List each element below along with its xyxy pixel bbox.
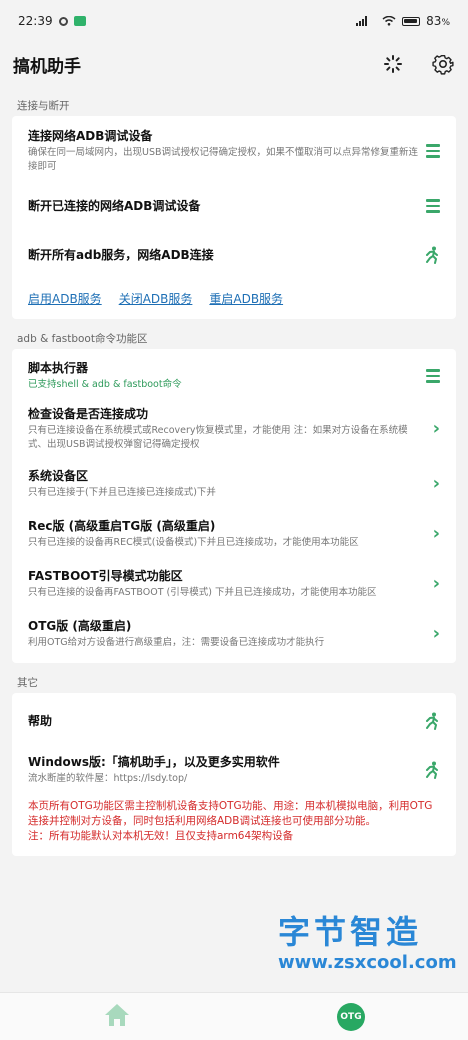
restart-adb-link[interactable]: 重启ADB服务 [209, 290, 283, 307]
bottom-nav: OTG [0, 992, 468, 1040]
section-label-connect: 连接与断开 [17, 100, 70, 112]
list-item-desc: 只有已连接的设备再REC模式(设备模式)下并且已连接成功，才能使用本功能区 [28, 537, 359, 548]
list-item-connect-network-adb[interactable]: 连接网络ADB调试设备 确保在同一局域网内，出现USB调试授权记得确定授权，如果… [28, 120, 440, 182]
list-item-title: 系统设备区 [28, 469, 89, 483]
list-item-disconnect-all-adb[interactable]: 断开所有adb服务，网络ADB连接 [28, 230, 440, 280]
chevron-right-icon[interactable]: › [433, 420, 440, 438]
otg-warning-note: 本页所有OTG功能区需主控制机设备支持OTG功能、用途：用本机模拟电脑，利用OT… [28, 800, 433, 842]
other-card: 帮助 Windows版:「搞机助手」，以及更多实用软件 流水断崖的软件屋：htt… [12, 693, 456, 856]
gear-icon[interactable] [432, 53, 454, 75]
app-notification-icon [73, 16, 86, 26]
running-person-icon[interactable] [424, 761, 440, 779]
list-item-title: 断开已连接的网络ADB调试设备 [28, 199, 201, 213]
app-bar: 搞机助手 [0, 42, 468, 86]
list-item-desc: 已支持shell & adb & fastboot命令 [28, 379, 182, 390]
home-icon[interactable] [103, 1002, 131, 1032]
wifi-icon [382, 16, 396, 26]
adb-service-links: 启用ADB服务 关闭ADB服务 重启ADB服务 [28, 280, 440, 315]
watermark-url: www.zsxcool.com [278, 952, 457, 973]
list-item-title: Rec版 (高级重启TG版 (高级重启) [28, 519, 216, 533]
section-label-fastboot: adb & fastboot命令功能区 [17, 333, 148, 345]
chevron-right-icon[interactable]: › [433, 525, 440, 543]
list-item-rec-reboot[interactable]: Rec版 (高级重启TG版 (高级重启) 只有已连接的设备再REC模式(设备模式… [28, 509, 440, 559]
list-item-title: FASTBOOT引导模式功能区 [28, 569, 183, 583]
list-item-check-device[interactable]: 检查设备是否连接成功 只有已连接设备在系统模式或Recovery恢复模式里，才能… [28, 399, 440, 459]
notification-icon [58, 16, 68, 26]
list-item-desc: 只有已连接于(下并且已连接已连接成式)下并 [28, 487, 216, 498]
battery-percent: 83% [426, 14, 450, 28]
chevron-right-icon[interactable]: › [433, 575, 440, 593]
page-title: 搞机助手 [13, 56, 81, 77]
list-item-desc: 利用OTG给对方设备进行高级重启，注：需要设备已连接成功才能执行 [28, 637, 325, 648]
connect-card: 连接网络ADB调试设备 确保在同一局域网内，出现USB调试授权记得确定授权，如果… [12, 116, 456, 319]
list-item-title: OTG版 (高级重启) [28, 619, 132, 633]
signal-icon [356, 16, 368, 26]
list-item-disconnect-network-adb[interactable]: 断开已连接的网络ADB调试设备 [28, 182, 440, 230]
loading-icon[interactable] [382, 53, 404, 75]
list-item-title: 脚本执行器 [28, 361, 89, 375]
status-bar: 22:39 83% [0, 0, 468, 42]
menu-icon[interactable] [426, 199, 440, 213]
chevron-right-icon[interactable]: › [433, 625, 440, 643]
menu-icon[interactable] [426, 369, 440, 383]
battery-icon [402, 16, 421, 26]
list-item-system-device[interactable]: 系统设备区 只有已连接于(下并且已连接已连接成式)下并 › [28, 459, 440, 509]
list-item-title: 检查设备是否连接成功 [28, 407, 149, 421]
list-item-otg-reboot[interactable]: OTG版 (高级重启) 利用OTG给对方设备进行高级重启，注：需要设备已连接成功… [28, 609, 440, 659]
list-item-windows-version[interactable]: Windows版:「搞机助手」，以及更多实用软件 流水断崖的软件屋：https:… [28, 745, 440, 795]
list-item-fastboot-mode[interactable]: FASTBOOT引导模式功能区 只有已连接的设备再FASTBOOT (引导模式)… [28, 559, 440, 609]
list-item-help[interactable]: 帮助 [28, 697, 440, 745]
list-item-title: 连接网络ADB调试设备 [28, 129, 153, 143]
menu-icon[interactable] [426, 144, 440, 158]
chevron-right-icon[interactable]: › [433, 475, 440, 493]
status-time: 22:39 [18, 14, 53, 28]
watermark: 字节智造 www.zsxcool.com [278, 912, 458, 974]
watermark-title: 字节智造 [278, 913, 423, 951]
list-item-desc: 确保在同一局域网内，出现USB调试授权记得确定授权，如果不懂取消可以点异常修复重… [28, 147, 419, 172]
list-item-desc: 只有已连接的设备再FASTBOOT (引导模式) 下并且已连接成功，才能使用本功… [28, 587, 377, 598]
start-adb-link[interactable]: 启用ADB服务 [28, 290, 102, 307]
list-item-desc: 只有已连接设备在系统模式或Recovery恢复模式里，才能使用 注：如果对方设备… [28, 425, 408, 450]
list-item-desc: 流水断崖的软件屋：https://lsdy.top/ [28, 773, 188, 784]
running-person-icon[interactable] [424, 712, 440, 730]
list-item-title: 帮助 [28, 714, 53, 728]
list-item-script-executor[interactable]: 脚本执行器 已支持shell & adb & fastboot命令 [28, 353, 440, 399]
running-person-icon[interactable] [424, 246, 440, 264]
fastboot-card: 脚本执行器 已支持shell & adb & fastboot命令 检查设备是否… [12, 349, 456, 663]
list-item-title: 断开所有adb服务，网络ADB连接 [28, 248, 214, 262]
otg-tab-button[interactable]: OTG [337, 1002, 365, 1031]
section-label-other: 其它 [17, 677, 38, 689]
stop-adb-link[interactable]: 关闭ADB服务 [119, 290, 193, 307]
list-item-title: Windows版:「搞机助手」，以及更多实用软件 [28, 755, 280, 769]
